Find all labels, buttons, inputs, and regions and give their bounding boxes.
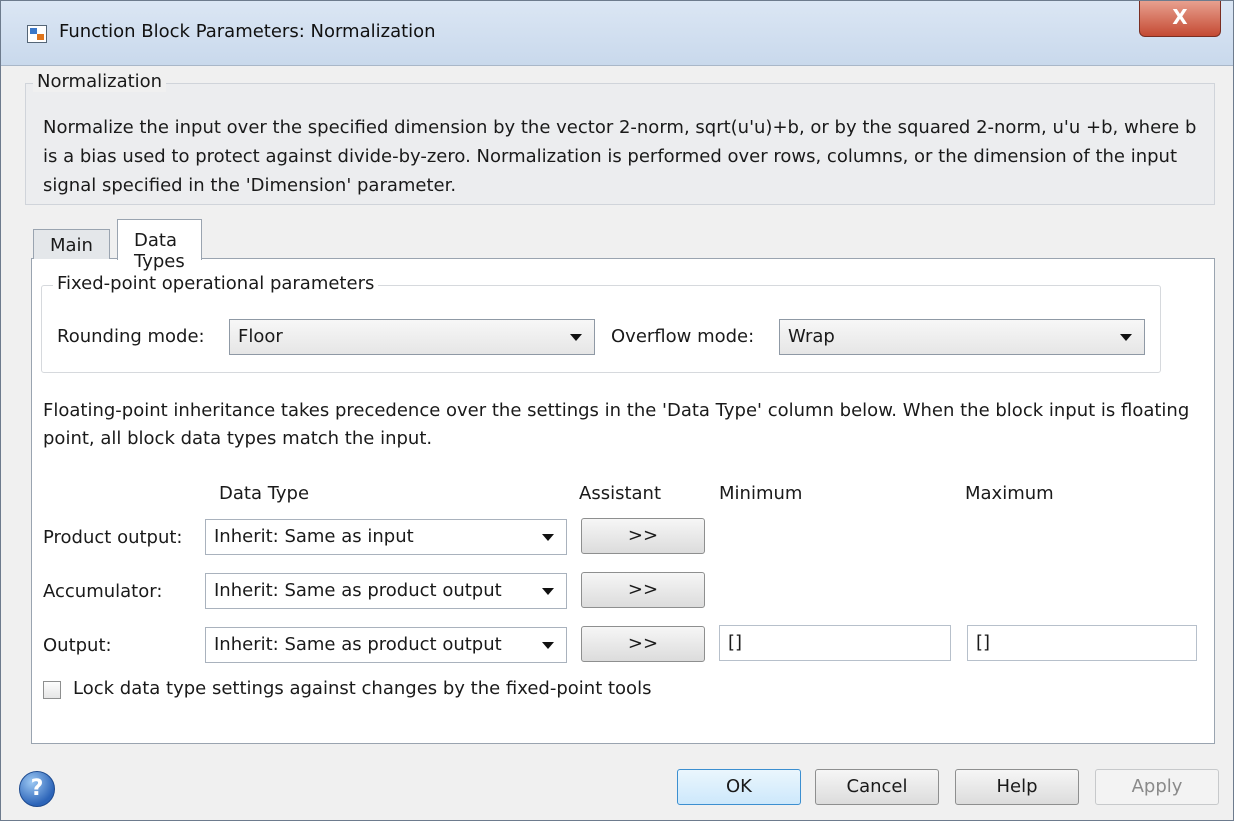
dialog-window: Function Block Parameters: Normalization…: [0, 0, 1234, 821]
close-button[interactable]: X: [1139, 1, 1221, 37]
product-output-data-type-value: Inherit: Same as input: [214, 526, 414, 547]
column-header-minimum: Minimum: [719, 483, 803, 504]
help-button[interactable]: Help: [955, 769, 1079, 805]
chevron-down-icon: [542, 642, 554, 649]
output-data-type-select[interactable]: Inherit: Same as product output: [205, 627, 567, 663]
window-title: Function Block Parameters: Normalization: [59, 21, 436, 42]
output-data-type-value: Inherit: Same as product output: [214, 634, 502, 655]
floating-point-note: Floating-point inheritance takes precede…: [43, 400, 1190, 449]
output-maximum-input[interactable]: []: [967, 625, 1197, 661]
output-label: Output:: [43, 635, 112, 656]
ok-button[interactable]: OK: [677, 769, 801, 805]
overflow-mode-select[interactable]: Wrap: [779, 319, 1145, 355]
fixed-point-group-title: Fixed-point operational parameters: [53, 273, 379, 294]
tab-main[interactable]: Main: [33, 229, 110, 259]
simulink-app-icon: [27, 25, 47, 43]
chevron-down-icon: [542, 588, 554, 595]
chevron-down-icon: [570, 334, 582, 341]
apply-button[interactable]: Apply: [1095, 769, 1219, 805]
description-group-title: Normalization: [33, 71, 167, 92]
accumulator-label: Accumulator:: [43, 581, 163, 602]
accumulator-assistant-button[interactable]: >>: [581, 572, 705, 608]
block-description: Normalize the input over the specified d…: [43, 117, 1197, 196]
product-output-assistant-button[interactable]: >>: [581, 518, 705, 554]
tab-data-types[interactable]: Data Types: [117, 219, 202, 272]
column-header-maximum: Maximum: [965, 483, 1054, 504]
lock-data-type-label: Lock data type settings against changes …: [73, 678, 652, 699]
accumulator-data-type-value: Inherit: Same as product output: [214, 580, 502, 601]
column-header-assistant: Assistant: [579, 483, 662, 504]
column-header-data-type: Data Type: [219, 483, 310, 504]
cancel-button[interactable]: Cancel: [815, 769, 939, 805]
rounding-mode-label: Rounding mode:: [57, 326, 205, 347]
output-minimum-input[interactable]: []: [719, 625, 951, 661]
title-bar[interactable]: Function Block Parameters: Normalization…: [1, 1, 1233, 66]
chevron-down-icon: [542, 534, 554, 541]
lock-data-type-checkbox[interactable]: [43, 681, 61, 699]
help-icon[interactable]: ?: [19, 771, 55, 807]
accumulator-data-type-select[interactable]: Inherit: Same as product output: [205, 573, 567, 609]
product-output-data-type-select[interactable]: Inherit: Same as input: [205, 519, 567, 555]
rounding-mode-value: Floor: [238, 326, 283, 347]
product-output-label: Product output:: [43, 527, 183, 548]
output-assistant-button[interactable]: >>: [581, 626, 705, 662]
overflow-mode-value: Wrap: [788, 326, 835, 347]
overflow-mode-label: Overflow mode:: [611, 326, 755, 347]
chevron-down-icon: [1120, 334, 1132, 341]
rounding-mode-select[interactable]: Floor: [229, 319, 595, 355]
